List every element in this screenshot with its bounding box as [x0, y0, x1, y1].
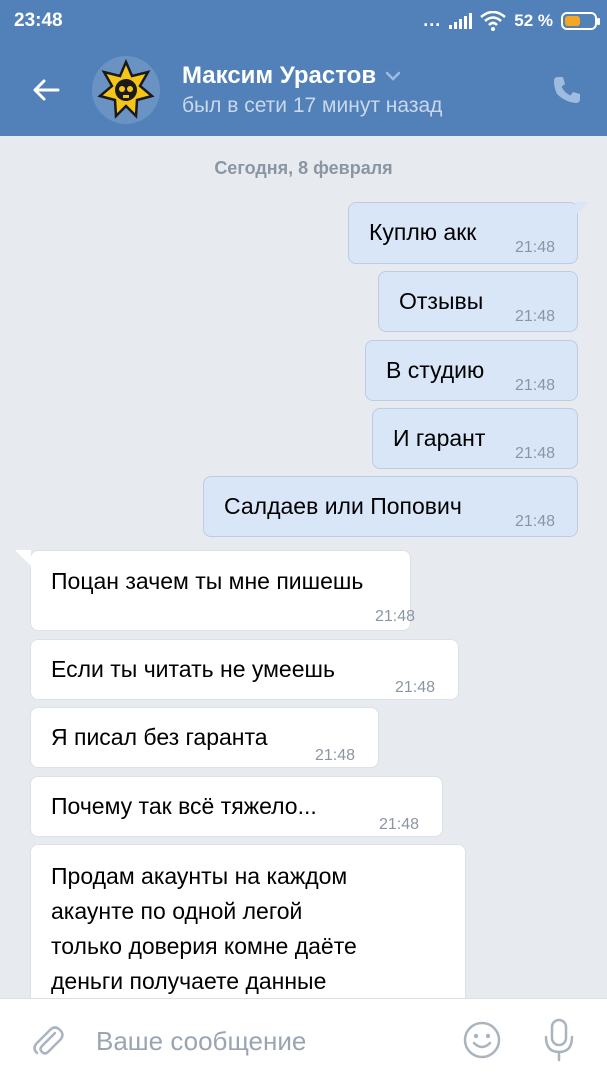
- message-time: 21:48: [515, 308, 556, 325]
- message-text: Если ты читать не умеешь: [51, 656, 335, 682]
- incoming-message[interactable]: Поцан зачем ты мне пишешь 21:48: [15, 550, 415, 631]
- incoming-message[interactable]: Продам акаунты на каждом акаунте по одно…: [30, 844, 466, 998]
- status-icons: ... 52 %: [423, 10, 600, 31]
- star-skull-icon: [97, 58, 155, 119]
- emoji-icon[interactable]: [462, 1020, 502, 1060]
- contact-name[interactable]: Максим Урастов: [182, 62, 402, 90]
- message-time: 21:48: [515, 513, 556, 530]
- outgoing-message[interactable]: И гарант 21:48: [372, 408, 578, 469]
- paperclip-icon[interactable]: [28, 1021, 68, 1061]
- message-time: 21:48: [379, 816, 420, 833]
- message-line: акаунте по одной легой: [51, 898, 303, 924]
- message-composer: [0, 998, 607, 1080]
- message-time: 21:48: [315, 747, 356, 764]
- microphone-icon[interactable]: [540, 1017, 578, 1063]
- battery-icon: [561, 11, 600, 30]
- message-text: Продам акаунты на каждом акаунте по одно…: [51, 859, 357, 998]
- status-bar: 23:48 ... 52 %: [0, 0, 607, 42]
- message-text: Куплю акк: [369, 219, 477, 245]
- outgoing-message[interactable]: Куплю акк 21:48: [348, 202, 589, 264]
- message-time: 21:48: [395, 679, 436, 696]
- wifi-icon: [480, 10, 507, 31]
- battery-level: [565, 15, 580, 26]
- incoming-message[interactable]: Почему так всё тяжело... 21:48: [30, 776, 443, 837]
- chat-header: Максим Урастов был в сети 17 минут назад: [0, 42, 607, 136]
- bubble-tail: [15, 550, 31, 566]
- battery-percent: 52 %: [514, 10, 553, 30]
- chevron-down-icon: [385, 71, 401, 81]
- status-time: 23:48: [14, 10, 63, 31]
- avatar[interactable]: [92, 56, 160, 124]
- incoming-message[interactable]: Я писал без гаранта 21:48: [30, 707, 379, 768]
- message-time: 21:48: [515, 377, 556, 394]
- message-time: 21:48: [515, 445, 556, 462]
- back-arrow-icon[interactable]: [28, 72, 64, 108]
- outgoing-message[interactable]: В студию 21:48: [365, 340, 578, 401]
- phone-icon[interactable]: [551, 74, 583, 106]
- message-list[interactable]: Сегодня, 8 февраля Куплю акк 21:48 Отзыв…: [0, 136, 607, 998]
- message-input[interactable]: [96, 1023, 436, 1059]
- message-time: 21:48: [515, 239, 556, 256]
- contact-status: был в сети 17 минут назад: [182, 94, 443, 117]
- message-text: Салдаев или Попович: [224, 493, 462, 519]
- message-text: Почему так всё тяжело...: [51, 793, 317, 819]
- date-separator: Сегодня, 8 февраля: [214, 158, 393, 178]
- outgoing-message[interactable]: Отзывы 21:48: [378, 271, 578, 332]
- status-dots: ...: [423, 10, 442, 30]
- message-text: Поцан зачем ты мне пишешь: [51, 568, 364, 594]
- message-line: деньги получаете данные: [51, 968, 327, 994]
- signal-icon: [449, 12, 473, 29]
- message-time: 21:48: [375, 608, 416, 625]
- incoming-message[interactable]: Если ты читать не умеешь 21:48: [30, 639, 459, 700]
- message-text: Отзывы: [399, 288, 484, 314]
- bubble-tail: [575, 202, 589, 216]
- message-line: Продам акаунты на каждом: [51, 863, 348, 889]
- message-text: И гарант: [393, 425, 486, 451]
- message-line: только доверия комне даёте: [51, 933, 357, 959]
- outgoing-message[interactable]: Салдаев или Попович 21:48: [203, 476, 578, 537]
- message-text: В студию: [386, 357, 485, 383]
- contact-name-text: Максим Урастов: [182, 62, 377, 89]
- message-text: Я писал без гаранта: [51, 724, 268, 750]
